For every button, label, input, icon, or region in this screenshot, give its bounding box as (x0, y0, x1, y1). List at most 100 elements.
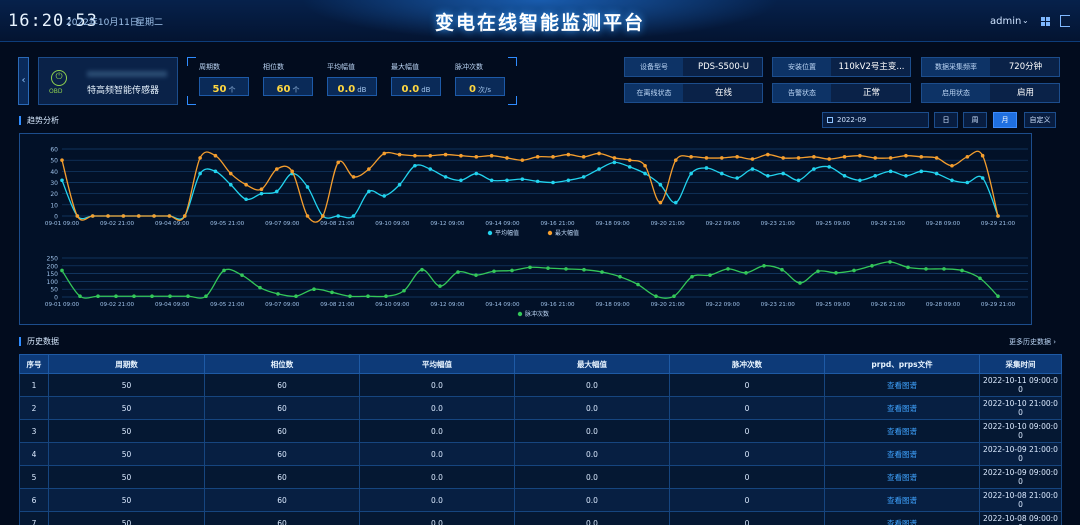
data-point (564, 267, 568, 271)
back-button[interactable]: ‹ (18, 57, 29, 105)
collect-time: 2022-10-08 21:00:0 (983, 491, 1058, 500)
data-point (438, 284, 442, 288)
collect-time: 2022-10-09 21:00:0 (983, 445, 1058, 454)
metric-label: 脉冲次数 (455, 63, 483, 71)
x-tick-label: 09-29 21:00 (981, 221, 1016, 227)
logout-icon[interactable] (1060, 15, 1070, 27)
column-header: 序号 (19, 354, 49, 374)
data-point (336, 160, 340, 165)
metric-value-box: 60 个 (263, 77, 313, 96)
x-tick-label: 09-23 21:00 (761, 221, 796, 227)
data-point (90, 214, 95, 218)
data-point (152, 214, 156, 218)
data-point (888, 260, 892, 264)
data-point (276, 292, 280, 296)
table-cell: 60 (204, 419, 360, 443)
view-spectrum-link[interactable]: 查看图谱 (824, 373, 980, 397)
table-cell: 0 (669, 465, 825, 489)
data-point (367, 167, 371, 171)
collect-time-suffix: 0 (1018, 408, 1023, 417)
data-point (708, 273, 712, 277)
data-point (888, 156, 893, 160)
bracket-bl (187, 96, 196, 105)
data-point (551, 155, 555, 159)
view-spectrum-link[interactable]: 查看图谱 (824, 511, 980, 525)
info-value: 110kV2号主变... (838, 62, 905, 72)
collect-time-suffix: 0 (1018, 500, 1023, 509)
sensor-icon-label: OBD (49, 88, 63, 95)
user-menu[interactable]: admin (990, 16, 1021, 27)
data-point (336, 214, 340, 218)
data-point (60, 268, 64, 273)
table-cell: 60 (204, 488, 360, 512)
data-point (366, 294, 370, 299)
x-tick-label: 09-07 09:00 (265, 302, 300, 308)
collect-time: 2022-10-11 09:00:0 (983, 376, 1058, 385)
data-point (618, 274, 622, 279)
data-point (551, 180, 555, 185)
table-cell: 5 (19, 465, 49, 489)
power-icon: ⏻ (51, 70, 67, 86)
table-cell: 0.0 (359, 442, 515, 466)
legend-marker (547, 230, 553, 236)
history-section-title: 历史数据 (19, 337, 59, 346)
table-row: 750600.00.00查看图谱2022-10-08 09:00:00 (19, 511, 1062, 525)
info-value: 启用 (1016, 88, 1034, 98)
table-cell: 50 (48, 511, 205, 525)
table-cell: 0.0 (514, 442, 670, 466)
table-cell: 0.0 (514, 373, 670, 397)
info-key: 启用状态 (922, 84, 990, 102)
info-enable-status: 启用状态 启用 (921, 83, 1060, 103)
data-point (627, 158, 632, 162)
data-point (673, 200, 678, 205)
data-point (367, 189, 371, 194)
data-point (919, 155, 924, 159)
range-week-button[interactable]: 周 (963, 112, 987, 128)
month-picker-value: 2022-09 (837, 116, 867, 124)
x-tick-label: 09-25 09:00 (816, 302, 851, 308)
data-point (566, 152, 571, 157)
chevron-down-icon[interactable]: ⌄ (1022, 16, 1029, 25)
data-point (627, 165, 632, 169)
data-point (348, 294, 352, 299)
data-point (382, 194, 387, 198)
data-point (870, 264, 874, 268)
table-cell: 4 (19, 442, 49, 466)
data-point (924, 267, 928, 271)
data-point (980, 153, 985, 158)
info-alarm-status: 告警状态 正常 (772, 83, 911, 103)
data-point (643, 163, 647, 168)
more-history-link[interactable]: 更多历史数据 › (1009, 337, 1056, 347)
y-tick-label: 150 (47, 271, 59, 278)
data-point (704, 166, 709, 170)
collect-time-suffix: 0 (1018, 385, 1023, 394)
table-cell: 0.0 (359, 511, 515, 525)
info-value: 在线 (714, 88, 732, 98)
month-picker[interactable]: 2022-09 (822, 112, 929, 128)
info-device-model: 设备型号 PDS-S500-U (624, 57, 763, 77)
data-point (510, 268, 514, 273)
range-month-button[interactable]: 月 (993, 112, 1017, 128)
bracket-tl (187, 57, 196, 66)
range-day-button[interactable]: 日 (934, 112, 958, 128)
x-tick-label: 09-10 09:00 (375, 302, 410, 308)
view-spectrum-link[interactable]: 查看图谱 (824, 488, 980, 512)
app-grid-icon[interactable] (1041, 17, 1050, 26)
view-spectrum-link[interactable]: 查看图谱 (824, 465, 980, 489)
table-row: 6 50 60 0.0 0.0 0 查看图谱 2022-10-08 21:00:0 0 (19, 488, 1062, 512)
y-tick-label: 200 (47, 263, 59, 270)
data-point (978, 276, 982, 281)
data-point (186, 294, 190, 299)
view-spectrum-link[interactable]: 查看图谱 (824, 396, 980, 420)
range-custom-button[interactable]: 自定义 (1024, 112, 1056, 128)
table-cell: 50 (48, 419, 205, 443)
metric-value: 0.0 (337, 84, 356, 95)
data-point (965, 155, 970, 159)
metric-label: 周期数 (199, 63, 220, 71)
metric-value-box: 0.0 dB (327, 77, 377, 96)
view-spectrum-link[interactable]: 查看图谱 (824, 419, 980, 443)
data-point (106, 214, 110, 218)
data-point (384, 294, 388, 299)
data-point (474, 273, 478, 277)
view-spectrum-link[interactable]: 查看图谱 (824, 442, 980, 466)
